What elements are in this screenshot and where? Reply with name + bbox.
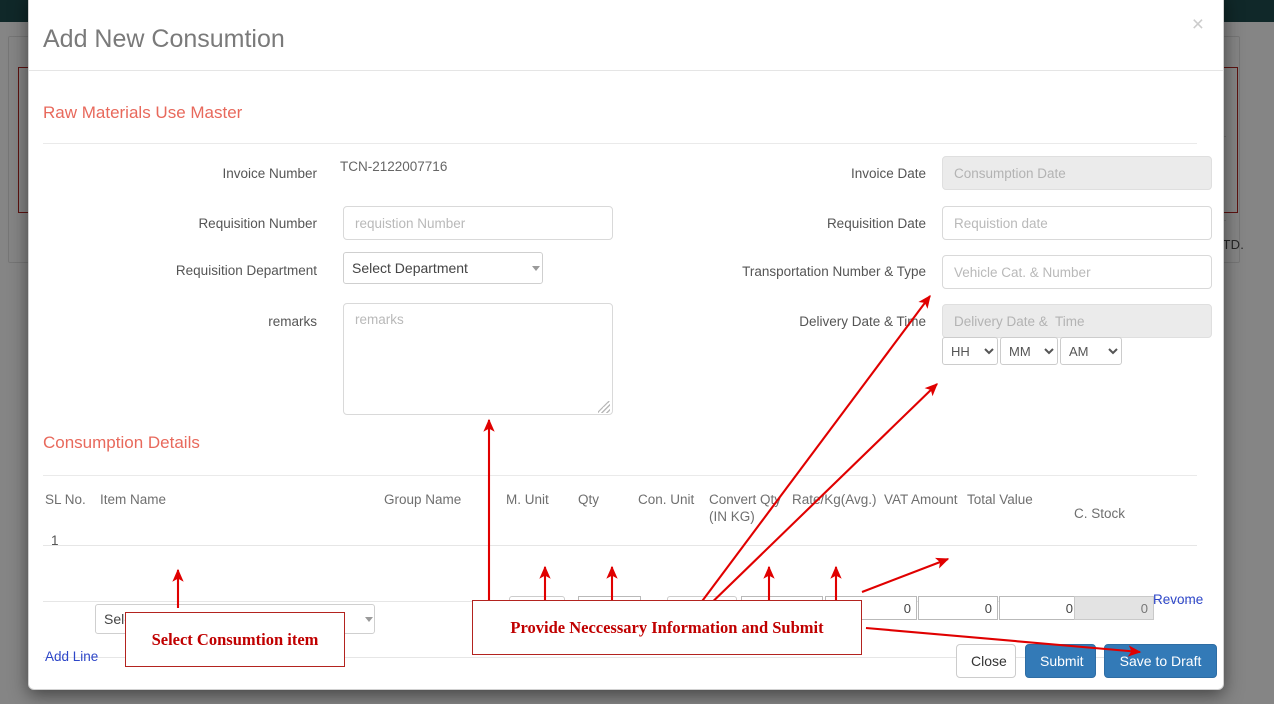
close-icon[interactable]: × bbox=[1188, 14, 1208, 35]
label-requisition-date: Requisition Date bbox=[826, 216, 926, 231]
label-transportation-number-type: Transportation Number & Type bbox=[742, 264, 926, 279]
section-title-details: Consumption Details bbox=[43, 433, 200, 452]
row-sl-no: 1 bbox=[51, 533, 59, 548]
label-invoice-date: Invoice Date bbox=[850, 166, 926, 181]
column-header-convert-qty: Convert Qty bbox=[709, 492, 782, 507]
column-header-group-name: Group Name bbox=[384, 492, 462, 507]
annotation-select-item: Select Consumtion item bbox=[125, 612, 345, 667]
requisition-department-select[interactable]: Select Department bbox=[343, 252, 543, 284]
column-header-m-unit: M. Unit bbox=[506, 492, 549, 507]
column-header-con-unit: Con. Unit bbox=[638, 492, 695, 507]
minute-select[interactable]: MM bbox=[1000, 337, 1058, 365]
hour-select[interactable]: HH bbox=[942, 337, 998, 365]
requisition-number-input[interactable] bbox=[343, 206, 613, 240]
invoice-date-input[interactable] bbox=[942, 156, 1212, 190]
column-header-item-name: Item Name bbox=[100, 492, 167, 507]
label-requisition-department: Requisition Department bbox=[175, 263, 317, 278]
label-delivery-date-time: Delivery Date & Time bbox=[799, 314, 926, 329]
meridiem-select[interactable]: AM bbox=[1060, 337, 1122, 365]
column-header-sl-no: SL No. bbox=[45, 492, 86, 507]
column-header-rate: Rate/Kg(Avg.) bbox=[792, 492, 877, 507]
page-title: Add New Consumtion bbox=[43, 25, 285, 53]
screen: LTD. Add New Consumtion × Raw Materials … bbox=[0, 0, 1274, 704]
delivery-date-time-input[interactable] bbox=[942, 304, 1212, 338]
label-remarks: remarks bbox=[268, 314, 317, 329]
add-new-consumption-modal: Add New Consumtion × Raw Materials Use M… bbox=[28, 0, 1224, 690]
modal-body: Raw Materials Use Master Invoice Number … bbox=[29, 71, 1223, 664]
requisition-date-input[interactable] bbox=[942, 206, 1212, 240]
column-header-qty: Qty bbox=[578, 492, 600, 507]
column-header-total-value: Total Value bbox=[967, 492, 1033, 507]
section-title-master: Raw Materials Use Master bbox=[43, 103, 243, 122]
close-button[interactable]: Close bbox=[956, 644, 1016, 678]
remove-row-link[interactable]: Revome bbox=[1153, 592, 1203, 607]
table-header-top-line bbox=[43, 545, 1197, 546]
label-invoice-number: Invoice Number bbox=[222, 166, 317, 181]
value-invoice-number: TCN-2122007716 bbox=[340, 159, 448, 174]
annotation-provide-info: Provide Neccessary Information and Submi… bbox=[472, 600, 862, 655]
submit-button[interactable]: Submit bbox=[1025, 644, 1096, 678]
label-requisition-number: Requisition Number bbox=[198, 216, 317, 231]
modal-header: Add New Consumtion × bbox=[29, 0, 1223, 71]
transportation-number-input[interactable] bbox=[942, 255, 1212, 289]
remarks-textarea[interactable] bbox=[343, 303, 613, 415]
c-stock-input bbox=[1074, 596, 1154, 620]
vat-amount-input[interactable] bbox=[918, 596, 998, 620]
column-header-convert-qty-unit: (IN KG) bbox=[709, 509, 755, 524]
section-divider-details bbox=[43, 475, 1197, 476]
save-to-draft-button[interactable]: Save to Draft bbox=[1104, 644, 1217, 678]
column-header-c-stock: C. Stock bbox=[1074, 506, 1126, 521]
column-header-vat-amount: VAT Amount bbox=[884, 492, 958, 507]
section-divider-master bbox=[43, 143, 1197, 144]
total-value-input[interactable] bbox=[999, 596, 1079, 620]
